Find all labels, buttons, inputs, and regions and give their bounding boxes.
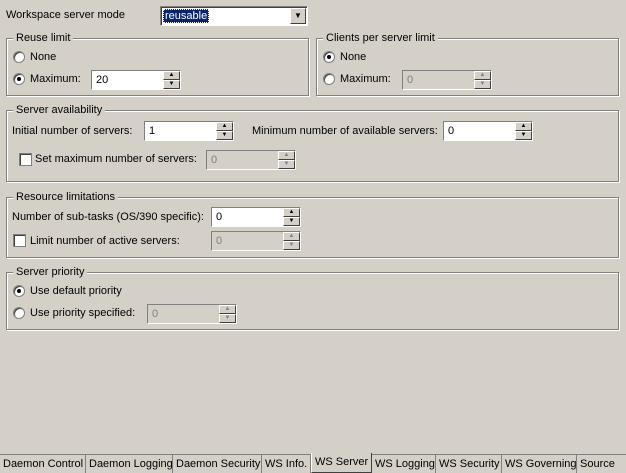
minimum-servers-label: Minimum number of available servers: [252, 125, 438, 137]
minimum-servers-spinner[interactable]: 0 ▲ ▼ [443, 121, 533, 141]
resource-limitations-group: Resource limitations [6, 191, 619, 258]
workspace-mode-value: reusable [163, 9, 210, 23]
clients-limit-maximum-label: Maximum: [340, 73, 391, 85]
tab-ws-logging[interactable]: WS Logging [372, 455, 436, 473]
server-availability-title: Server availability [13, 104, 106, 117]
tab-source[interactable]: Source [577, 455, 626, 473]
tab-ws-governing[interactable]: WS Governing [502, 455, 577, 473]
workspace-mode-select[interactable]: reusable ▼ [160, 6, 308, 26]
spin-down-icon[interactable]: ▼ [283, 217, 300, 226]
limit-active-servers-input[interactable]: 0 [212, 232, 283, 250]
spin-down-icon[interactable]: ▼ [278, 160, 295, 169]
spin-down-icon[interactable]: ▼ [219, 314, 236, 323]
subtasks-spinner[interactable]: 0 ▲ ▼ [211, 207, 301, 227]
tab-daemon-control[interactable]: Daemon Control [0, 455, 86, 473]
subtasks-label: Number of sub-tasks (OS/390 specific): [12, 211, 204, 223]
set-max-servers-checkbox[interactable] [19, 153, 32, 166]
specified-priority-radio[interactable] [13, 307, 25, 319]
limit-active-servers-spinner[interactable]: 0 ▲ ▼ [211, 231, 301, 251]
server-priority-title: Server priority [13, 266, 88, 279]
server-priority-group: Server priority [6, 266, 619, 330]
spin-down-icon[interactable]: ▼ [474, 80, 491, 89]
spin-up-icon[interactable]: ▲ [216, 122, 233, 131]
resource-limitations-title: Resource limitations [13, 191, 119, 204]
clients-limit-none-label: None [340, 51, 367, 63]
minimum-servers-input[interactable]: 0 [444, 122, 515, 140]
tab-daemon-logging[interactable]: Daemon Logging [86, 455, 173, 473]
spin-up-icon[interactable]: ▲ [283, 208, 300, 217]
chevron-down-icon[interactable]: ▼ [290, 8, 306, 24]
specified-priority-spinner[interactable]: 0 ▲ ▼ [147, 304, 237, 324]
set-max-servers-label: Set maximum number of servers: [35, 153, 197, 165]
reuse-limit-none-label: None [30, 51, 57, 63]
limit-active-servers-label: Limit number of active servers: [30, 235, 180, 247]
tab-daemon-security[interactable]: Daemon Security [173, 455, 262, 473]
clients-limit-none-radio[interactable] [323, 51, 335, 63]
spin-up-icon[interactable]: ▲ [515, 122, 532, 131]
subtasks-input[interactable]: 0 [212, 208, 283, 226]
spin-up-icon[interactable]: ▲ [163, 71, 180, 80]
clients-limit-maximum-input[interactable]: 0 [403, 71, 474, 89]
spin-down-icon[interactable]: ▼ [283, 241, 300, 250]
spin-down-icon[interactable]: ▼ [163, 80, 180, 89]
reuse-limit-maximum-input[interactable]: 20 [92, 71, 163, 89]
reuse-limit-none-radio[interactable] [13, 51, 25, 63]
spin-up-icon[interactable]: ▲ [283, 232, 300, 241]
spin-down-icon[interactable]: ▼ [216, 131, 233, 140]
default-priority-label: Use default priority [30, 285, 122, 297]
specified-priority-label: Use priority specified: [30, 307, 136, 319]
set-max-servers-spinner[interactable]: 0 ▲ ▼ [206, 150, 296, 170]
initial-servers-spinner[interactable]: 1 ▲ ▼ [144, 121, 234, 141]
initial-servers-label: Initial number of servers: [12, 125, 133, 137]
spin-up-icon[interactable]: ▲ [219, 305, 236, 314]
spin-down-icon[interactable]: ▼ [515, 131, 532, 140]
workspace-mode-label: Workspace server mode [6, 9, 126, 21]
limit-active-servers-checkbox[interactable] [13, 234, 26, 247]
reuse-limit-title: Reuse limit [13, 32, 74, 45]
default-priority-radio[interactable] [13, 285, 25, 297]
clients-limit-title: Clients per server limit [323, 32, 438, 45]
spin-up-icon[interactable]: ▲ [474, 71, 491, 80]
spin-up-icon[interactable]: ▲ [278, 151, 295, 160]
specified-priority-input[interactable]: 0 [148, 305, 219, 323]
tab-bar: Daemon Control Daemon Logging Daemon Sec… [0, 453, 626, 473]
set-max-servers-input[interactable]: 0 [207, 151, 278, 169]
clients-limit-maximum-spinner[interactable]: 0 ▲ ▼ [402, 70, 492, 90]
tab-ws-server[interactable]: WS Server [311, 453, 372, 473]
tab-ws-security[interactable]: WS Security [436, 455, 502, 473]
reuse-limit-maximum-radio[interactable] [13, 73, 25, 85]
reuse-limit-maximum-label: Maximum: [30, 73, 81, 85]
initial-servers-input[interactable]: 1 [145, 122, 216, 140]
tab-ws-info[interactable]: WS Info. [262, 455, 311, 473]
clients-limit-maximum-radio[interactable] [323, 73, 335, 85]
reuse-limit-maximum-spinner[interactable]: 20 ▲ ▼ [91, 70, 181, 90]
